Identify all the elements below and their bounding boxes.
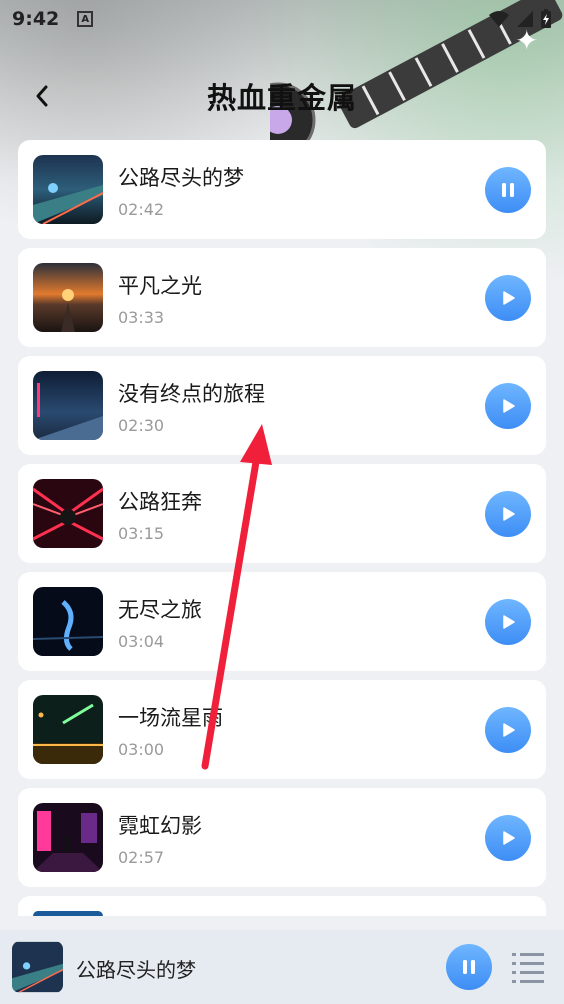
- song-duration: 02:42: [118, 200, 165, 219]
- player-cover: [12, 941, 63, 993]
- play-button[interactable]: [485, 815, 531, 861]
- song-cover: [33, 371, 103, 440]
- song-cover: [33, 479, 103, 548]
- song-cover: [33, 587, 103, 656]
- song-duration: 02:57: [118, 848, 165, 867]
- play-icon: [503, 507, 515, 521]
- play-button[interactable]: [485, 383, 531, 429]
- song-item-partial[interactable]: [18, 896, 546, 916]
- page-title: 热血重金属: [206, 81, 357, 115]
- song-title: 无尽之旅: [118, 598, 202, 622]
- nav-bar: 热血重金属: [0, 68, 564, 124]
- play-button[interactable]: [485, 491, 531, 537]
- song-duration: 03:33: [118, 308, 165, 327]
- pause-button[interactable]: [485, 167, 531, 213]
- song-item[interactable]: 没有终点的旅程 02:30: [18, 356, 546, 455]
- song-item[interactable]: 公路尽头的梦 02:42: [18, 140, 546, 239]
- song-item[interactable]: 平凡之光 03:33: [18, 248, 546, 347]
- song-item[interactable]: 霓虹幻影 02:57: [18, 788, 546, 887]
- song-cover: [33, 155, 103, 224]
- play-icon: [503, 831, 515, 845]
- song-item[interactable]: 一场流星雨 03:00: [18, 680, 546, 779]
- player-pause-button[interactable]: [446, 944, 492, 990]
- playlist-button[interactable]: [510, 950, 546, 984]
- play-button[interactable]: [485, 599, 531, 645]
- song-duration: 03:04: [118, 632, 165, 651]
- song-item[interactable]: 无尽之旅 03:04: [18, 572, 546, 671]
- song-item[interactable]: 公路狂奔 03:15: [18, 464, 546, 563]
- signal-icon: [517, 11, 533, 27]
- play-icon: [503, 399, 515, 413]
- song-duration: 02:30: [118, 416, 165, 435]
- song-title: 霓虹幻影: [118, 814, 202, 838]
- pause-icon: [502, 183, 514, 197]
- song-title: 一场流星雨: [118, 706, 223, 730]
- status-icons: [488, 9, 552, 29]
- wifi-icon: [489, 11, 509, 27]
- status-bar: 9:42 A: [0, 0, 564, 38]
- battery-icon: [541, 9, 551, 28]
- play-button[interactable]: [485, 707, 531, 753]
- song-title: 平凡之光: [118, 274, 202, 298]
- song-cover: [33, 803, 103, 872]
- song-duration: 03:15: [118, 524, 165, 543]
- play-icon: [503, 615, 515, 629]
- notification-a-icon: A: [77, 11, 94, 27]
- song-list: 公路尽头的梦 02:42 平凡之光 03:33 没有终点的旅程 02:30 公路…: [18, 140, 546, 916]
- back-button[interactable]: [26, 80, 58, 112]
- song-duration: 03:00: [118, 740, 165, 759]
- song-cover: [33, 263, 103, 332]
- play-button[interactable]: [485, 275, 531, 321]
- play-icon: [503, 723, 515, 737]
- song-cover: [33, 695, 103, 764]
- play-icon: [503, 291, 515, 305]
- pause-icon: [463, 960, 475, 974]
- song-cover: [33, 911, 103, 916]
- song-title: 没有终点的旅程: [118, 382, 265, 406]
- status-time: 9:42: [12, 8, 60, 30]
- playlist-icon: [512, 953, 544, 983]
- player-title: 公路尽头的梦: [76, 958, 196, 982]
- chevron-left-icon: [36, 85, 48, 107]
- song-title: 公路狂奔: [118, 490, 202, 514]
- mini-player[interactable]: 公路尽头的梦: [0, 930, 564, 1004]
- song-title: 公路尽头的梦: [118, 166, 244, 190]
